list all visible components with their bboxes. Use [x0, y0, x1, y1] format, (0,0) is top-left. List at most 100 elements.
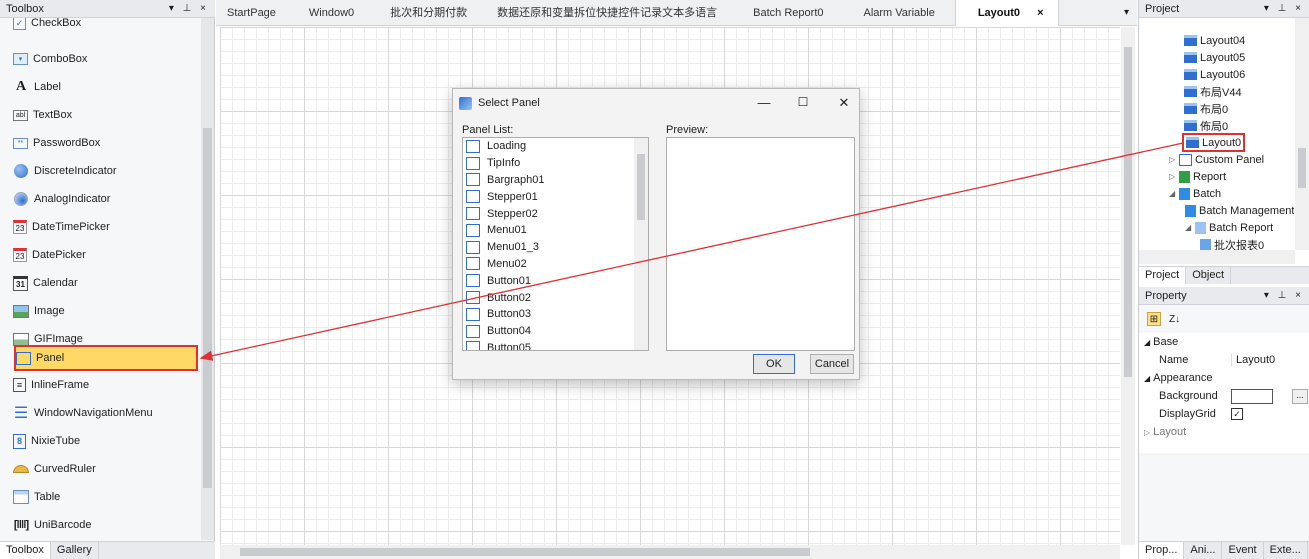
toolbox-item-combobox[interactable]: ▾ ComboBox	[13, 47, 199, 71]
panel-item-tipinfo[interactable]: TipInfo	[463, 155, 648, 172]
toolbox-scrollbar[interactable]	[201, 18, 214, 540]
panel-listbox[interactable]: Loading TipInfo Bargraph01 Stepper01 Ste…	[462, 137, 649, 351]
tree-item-label: Batch	[1193, 187, 1222, 200]
toolbox-item-table[interactable]: Table	[13, 485, 199, 509]
toolbox-scrollbar-thumb[interactable]	[203, 128, 212, 488]
panel-icon	[466, 240, 480, 254]
panel-item-bargraph01[interactable]: Bargraph01	[463, 172, 648, 189]
tree-item-layout-tw[interactable]: 佈局0	[1184, 117, 1228, 134]
displaygrid-checkbox[interactable]: ✓	[1231, 408, 1243, 420]
toolbox-item-discreteindicator[interactable]: DiscreteIndicator	[13, 159, 199, 183]
collapse-icon[interactable]: ◢	[1185, 223, 1195, 232]
tree-item-layout-cn[interactable]: 布局0	[1184, 100, 1228, 117]
panel-item-menu01-3[interactable]: Menu01_3	[463, 239, 648, 256]
project-tree-hscrollbar[interactable]	[1139, 250, 1295, 264]
toolbox-item-image[interactable]: Image	[13, 299, 199, 323]
panel-item-stepper02[interactable]: Stepper02	[463, 205, 648, 222]
toolbox-item-nixietube[interactable]: 8 NixieTube	[13, 429, 199, 453]
background-browse-button[interactable]: ...	[1292, 388, 1308, 404]
cancel-button[interactable]: Cancel	[810, 354, 854, 374]
tree-item-batch[interactable]: ◢ Batch	[1169, 185, 1221, 202]
tab-extension[interactable]: Exte...	[1264, 542, 1308, 559]
canvas-vscroll-thumb[interactable]	[1124, 47, 1132, 377]
project-tree-scroll-thumb[interactable]	[1298, 148, 1306, 188]
tree-item-layout06[interactable]: Layout06	[1184, 66, 1245, 83]
toolbox-title: Toolbox	[6, 2, 44, 15]
tree-item-batch-management[interactable]: Batch Management	[1185, 202, 1294, 219]
toolbox-item-panel[interactable]: Panel	[14, 345, 198, 371]
group-layout[interactable]: ▷ Layout	[1139, 423, 1309, 441]
background-color-swatch[interactable]	[1231, 388, 1273, 404]
panel-item-loading[interactable]: Loading	[463, 138, 648, 155]
minimize-button[interactable]: —	[754, 95, 774, 110]
project-window-buttons[interactable]: ▾ ⊥ ×	[1264, 3, 1304, 14]
toolbox-item-label: UniBarcode	[34, 519, 92, 531]
toolbox-item-datetimepicker[interactable]: 23 DateTimePicker	[13, 215, 199, 239]
panel-item-button05[interactable]: Button05	[463, 340, 648, 350]
tab-event[interactable]: Event	[1222, 542, 1264, 559]
panel-icon	[466, 307, 480, 321]
canvas-horizontal-scrollbar[interactable]	[220, 545, 1120, 559]
panel-item-button01[interactable]: Button01	[463, 272, 648, 289]
group-base[interactable]: ◢ Base	[1139, 333, 1309, 351]
group-appearance[interactable]: ◢ Appearance	[1139, 369, 1309, 387]
tab-gallery[interactable]: Gallery	[51, 542, 99, 559]
maximize-button[interactable]: ☐	[793, 95, 813, 109]
expand-icon[interactable]: ▷	[1169, 155, 1179, 164]
panel-item-button02[interactable]: Button02	[463, 289, 648, 306]
tree-item-batch-report[interactable]: ◢ Batch Report	[1185, 219, 1273, 236]
tab-animation[interactable]: Ani...	[1184, 542, 1223, 559]
canvas-vertical-scrollbar[interactable]	[1121, 27, 1135, 545]
expand-icon[interactable]: ▷	[1169, 172, 1179, 181]
close-tab-icon[interactable]: ×	[1037, 7, 1043, 19]
close-button[interactable]: ✕	[834, 95, 854, 111]
collapse-icon[interactable]: ◢	[1169, 189, 1179, 198]
panel-item-menu01[interactable]: Menu01	[463, 222, 648, 239]
canvas-hscroll-thumb[interactable]	[240, 548, 810, 556]
panel-item-menu02[interactable]: Menu02	[463, 256, 648, 273]
ok-button[interactable]: OK	[753, 354, 795, 374]
tab-object[interactable]: Object	[1186, 267, 1232, 284]
tab-property[interactable]: Prop...	[1139, 542, 1185, 559]
tab-batch-report0[interactable]: Batch Report0	[733, 0, 843, 26]
toolbox-item-passwordbox[interactable]: ** PasswordBox	[13, 131, 199, 155]
panel-list-scroll-thumb[interactable]	[637, 154, 645, 220]
tab-layout0[interactable]: Layout0 ×	[954, 0, 1059, 26]
property-value-name[interactable]: Layout0	[1231, 354, 1275, 366]
toolbox-item-label[interactable]: A Label	[13, 75, 199, 99]
tab-dropdown-icon[interactable]: ▾	[1124, 7, 1129, 18]
tree-item-layout05[interactable]: Layout05	[1184, 49, 1245, 66]
toolbox-item-calendar[interactable]: 31 Calendar	[13, 271, 199, 295]
tab-data-restore[interactable]: 数据还原和变量拆位快捷控件记录文本多语言	[481, 0, 733, 26]
tab-project[interactable]: Project	[1139, 267, 1187, 284]
tab-batch-installment[interactable]: 批次和分期付款	[376, 0, 481, 26]
toolbox-item-inlineframe[interactable]: ≡ InlineFrame	[13, 373, 199, 397]
tree-item-layout-v44[interactable]: 布局V44	[1184, 83, 1242, 100]
toolbox-item-analogindicator[interactable]: AnalogIndicator	[13, 187, 199, 211]
tree-item-layout04[interactable]: Layout04	[1184, 32, 1245, 49]
tab-startpage[interactable]: StartPage	[216, 0, 287, 26]
tree-item-custom-panel[interactable]: ▷ Custom Panel	[1169, 151, 1264, 168]
panel-icon	[466, 274, 480, 288]
toolbox-item-datepicker[interactable]: 23 DatePicker	[13, 243, 199, 267]
tree-item-layout0[interactable]: Layout0	[1182, 133, 1246, 152]
tab-alarm-variable[interactable]: Alarm Variable	[844, 0, 955, 26]
categorized-sort-icon[interactable]: ⊞	[1147, 312, 1161, 326]
toolbox-item-label: CheckBox	[31, 18, 82, 29]
panel-item-stepper01[interactable]: Stepper01	[463, 188, 648, 205]
property-window-buttons[interactable]: ▾ ⊥ ×	[1264, 290, 1304, 301]
project-tree-scrollbar[interactable]	[1295, 18, 1309, 250]
panel-item-button03[interactable]: Button03	[463, 306, 648, 323]
toolbox-item-textbox[interactable]: abl TextBox	[13, 103, 199, 127]
panel-item-button04[interactable]: Button04	[463, 323, 648, 340]
toolbox-item-curvedruler[interactable]: CurvedRuler	[13, 457, 199, 481]
toolbox-item-unibarcode[interactable]: [ǁǁ] UniBarcode	[13, 513, 199, 537]
tab-toolbox[interactable]: Toolbox	[0, 542, 51, 559]
toolbox-item-checkbox[interactable]: ✓ CheckBox	[13, 18, 199, 35]
tree-item-report[interactable]: ▷ Report	[1169, 168, 1226, 185]
alphabetical-sort-icon[interactable]: Z↓	[1169, 314, 1180, 325]
tab-window0[interactable]: Window0	[287, 0, 376, 26]
toolbox-item-windownavigationmenu[interactable]: ☰ WindowNavigationMenu	[13, 401, 199, 425]
panel-list-scrollbar[interactable]	[634, 138, 648, 350]
toolbox-window-buttons[interactable]: ▾ ⊥ ×	[169, 3, 209, 14]
